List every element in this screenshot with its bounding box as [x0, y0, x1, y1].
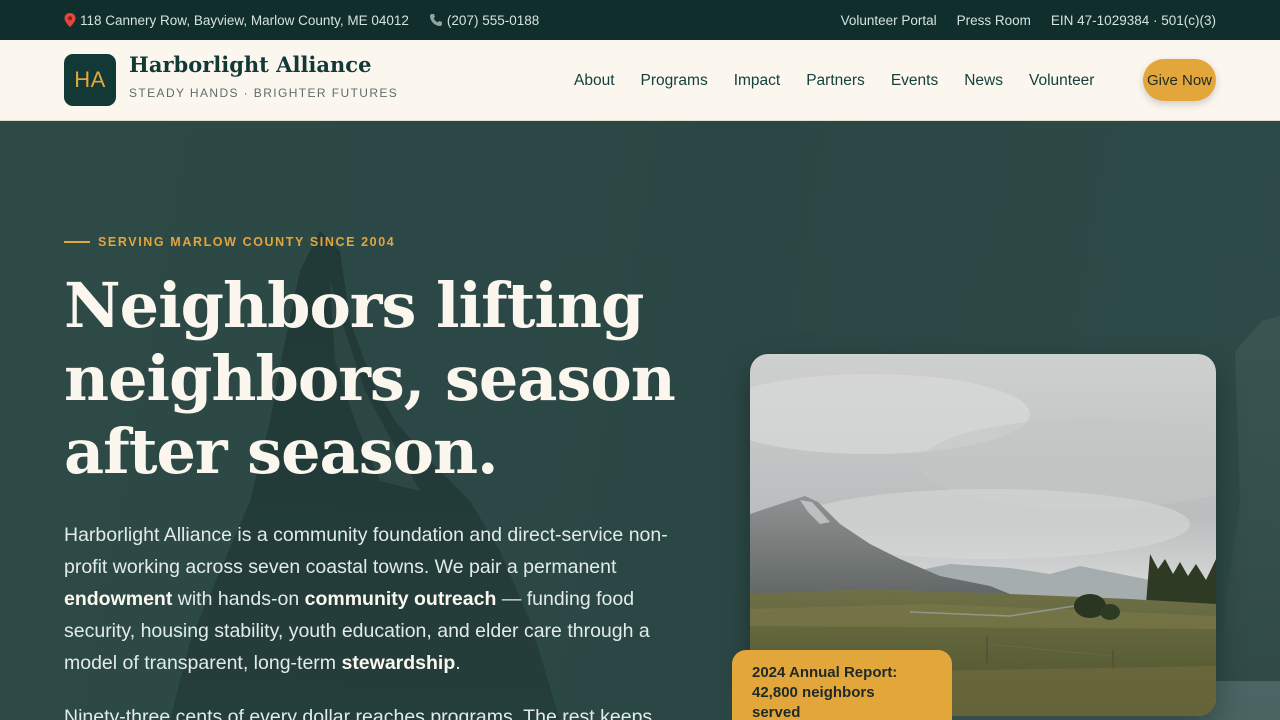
nav-programs[interactable]: Programs: [641, 72, 708, 90]
nav-news[interactable]: News: [964, 72, 1003, 90]
hero-lede: Harborlight Alliance is a community foun…: [64, 519, 694, 679]
nav-about[interactable]: About: [574, 72, 615, 90]
hero-headline: Neighbors lifting neighbors, season afte…: [64, 269, 704, 488]
hero-eyebrow: SERVING MARLOW COUNTY SINCE 2004: [64, 235, 395, 249]
contact-info: 118 Cannery Row, Bayview, Marlow County,…: [64, 0, 539, 40]
utility-bar: 118 Cannery Row, Bayview, Marlow County,…: [0, 0, 1280, 40]
phone-icon: [429, 14, 442, 26]
lede-text-1: Harborlight Alliance is a community foun…: [64, 524, 668, 578]
badge-line-3: served: [752, 704, 801, 720]
nav-events[interactable]: Events: [891, 72, 938, 90]
lede-bold-outreach: community outreach: [304, 588, 497, 610]
headline-line-2: neighbors, season: [64, 342, 676, 415]
headline-line-1: Neighbors lifting: [64, 269, 644, 342]
badge-line-1: 2024 Annual Report:: [752, 664, 898, 681]
brand-name[interactable]: Harborlight Alliance: [129, 52, 371, 77]
hero-lede-continued: Ninety-three cents of every dollar reach…: [64, 706, 653, 720]
main-nav: About Programs Impact Partners Events Ne…: [574, 40, 1094, 121]
phone[interactable]: (207) 555-0188: [429, 13, 539, 28]
lede-text-4: .: [455, 652, 461, 674]
headline-line-3: after season.: [64, 415, 499, 488]
nav-partners[interactable]: Partners: [806, 72, 865, 90]
logo-badge[interactable]: HA: [64, 54, 116, 106]
utility-links: Volunteer Portal Press Room EIN 47-10293…: [841, 0, 1216, 40]
volunteer-portal-link[interactable]: Volunteer Portal: [841, 13, 937, 28]
brand-tagline: STEADY HANDS · BRIGHTER FUTURES: [129, 86, 399, 100]
lede-bold-endowment: endowment: [64, 588, 173, 610]
ein-text: EIN 47-1029384 · 501(c)(3): [1050, 12, 1216, 28]
lede-text-2: with hands-on: [172, 588, 305, 610]
give-now-button[interactable]: Give Now: [1143, 59, 1216, 101]
eyebrow-rule: [64, 241, 90, 243]
eyebrow-text: SERVING MARLOW COUNTY SINCE 2004: [98, 235, 396, 249]
press-room-link[interactable]: Press Room: [957, 13, 1031, 28]
map-pin-icon: [64, 13, 76, 27]
annual-report-badge[interactable]: 2024 Annual Report: 42,800 neighbors ser…: [732, 650, 952, 720]
address-text: 118 Cannery Row, Bayview, Marlow County,…: [80, 12, 409, 28]
badge-line-2: 42,800 neighbors: [752, 684, 875, 701]
nav-impact[interactable]: Impact: [734, 72, 781, 90]
address: 118 Cannery Row, Bayview, Marlow County,…: [64, 13, 409, 28]
lede-bold-stewardship: stewardship: [341, 652, 456, 674]
nav-volunteer[interactable]: Volunteer: [1029, 72, 1095, 90]
hero-section: SERVING MARLOW COUNTY SINCE 2004 Neighbo…: [0, 121, 1280, 720]
phone-text: (207) 555-0188: [446, 12, 540, 28]
